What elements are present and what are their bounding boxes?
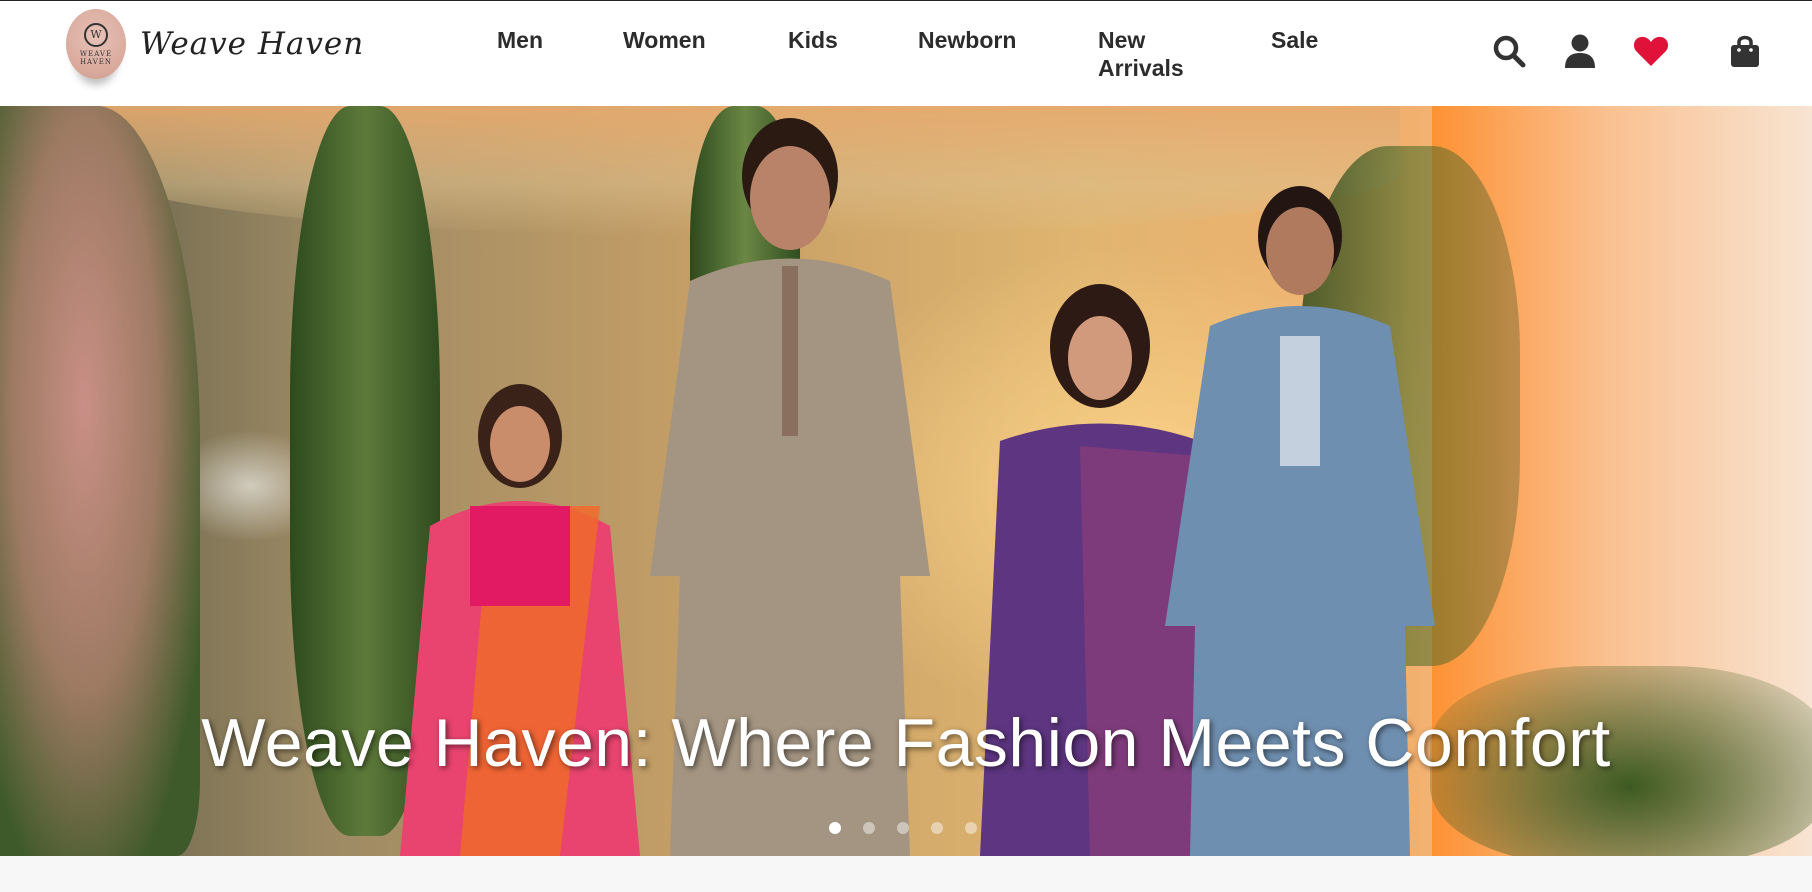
carousel-dot-5[interactable]	[965, 822, 977, 834]
shopping-bag-icon[interactable]	[1725, 31, 1765, 71]
logo-mark: W	[84, 22, 108, 47]
nav-newborn[interactable]: Newborn	[918, 26, 1016, 54]
nav-new-arrivals[interactable]: New Arrivals	[1098, 26, 1198, 82]
heart-icon[interactable]	[1631, 31, 1671, 71]
carousel-dots	[829, 822, 977, 834]
search-icon[interactable]	[1489, 31, 1529, 71]
carousel-dot-2[interactable]	[863, 822, 875, 834]
hero-banner[interactable]: Weave Haven: Where Fashion Meets Comfort	[0, 106, 1812, 856]
page-content-start	[0, 856, 1812, 892]
brand-logo[interactable]: W WEAVE HAVEN Weave Haven	[66, 9, 364, 79]
nav-men[interactable]: Men	[497, 26, 543, 54]
carousel-dot-3[interactable]	[897, 822, 909, 834]
nav-women[interactable]: Women	[623, 26, 706, 54]
site-header: W WEAVE HAVEN Weave Haven Men Women Kids…	[0, 0, 1812, 106]
carousel-dot-1[interactable]	[829, 822, 841, 834]
hero-caption: Weave Haven: Where Fashion Meets Comfort	[201, 705, 1611, 781]
brand-name: Weave Haven	[140, 26, 365, 62]
user-icon[interactable]	[1560, 31, 1600, 71]
carousel-dot-4[interactable]	[931, 822, 943, 834]
nav-sale[interactable]: Sale	[1271, 26, 1318, 54]
nav-kids[interactable]: Kids	[788, 26, 838, 54]
logo-badge: W WEAVE HAVEN	[66, 9, 126, 79]
logo-badge-text: WEAVE HAVEN	[79, 49, 113, 66]
